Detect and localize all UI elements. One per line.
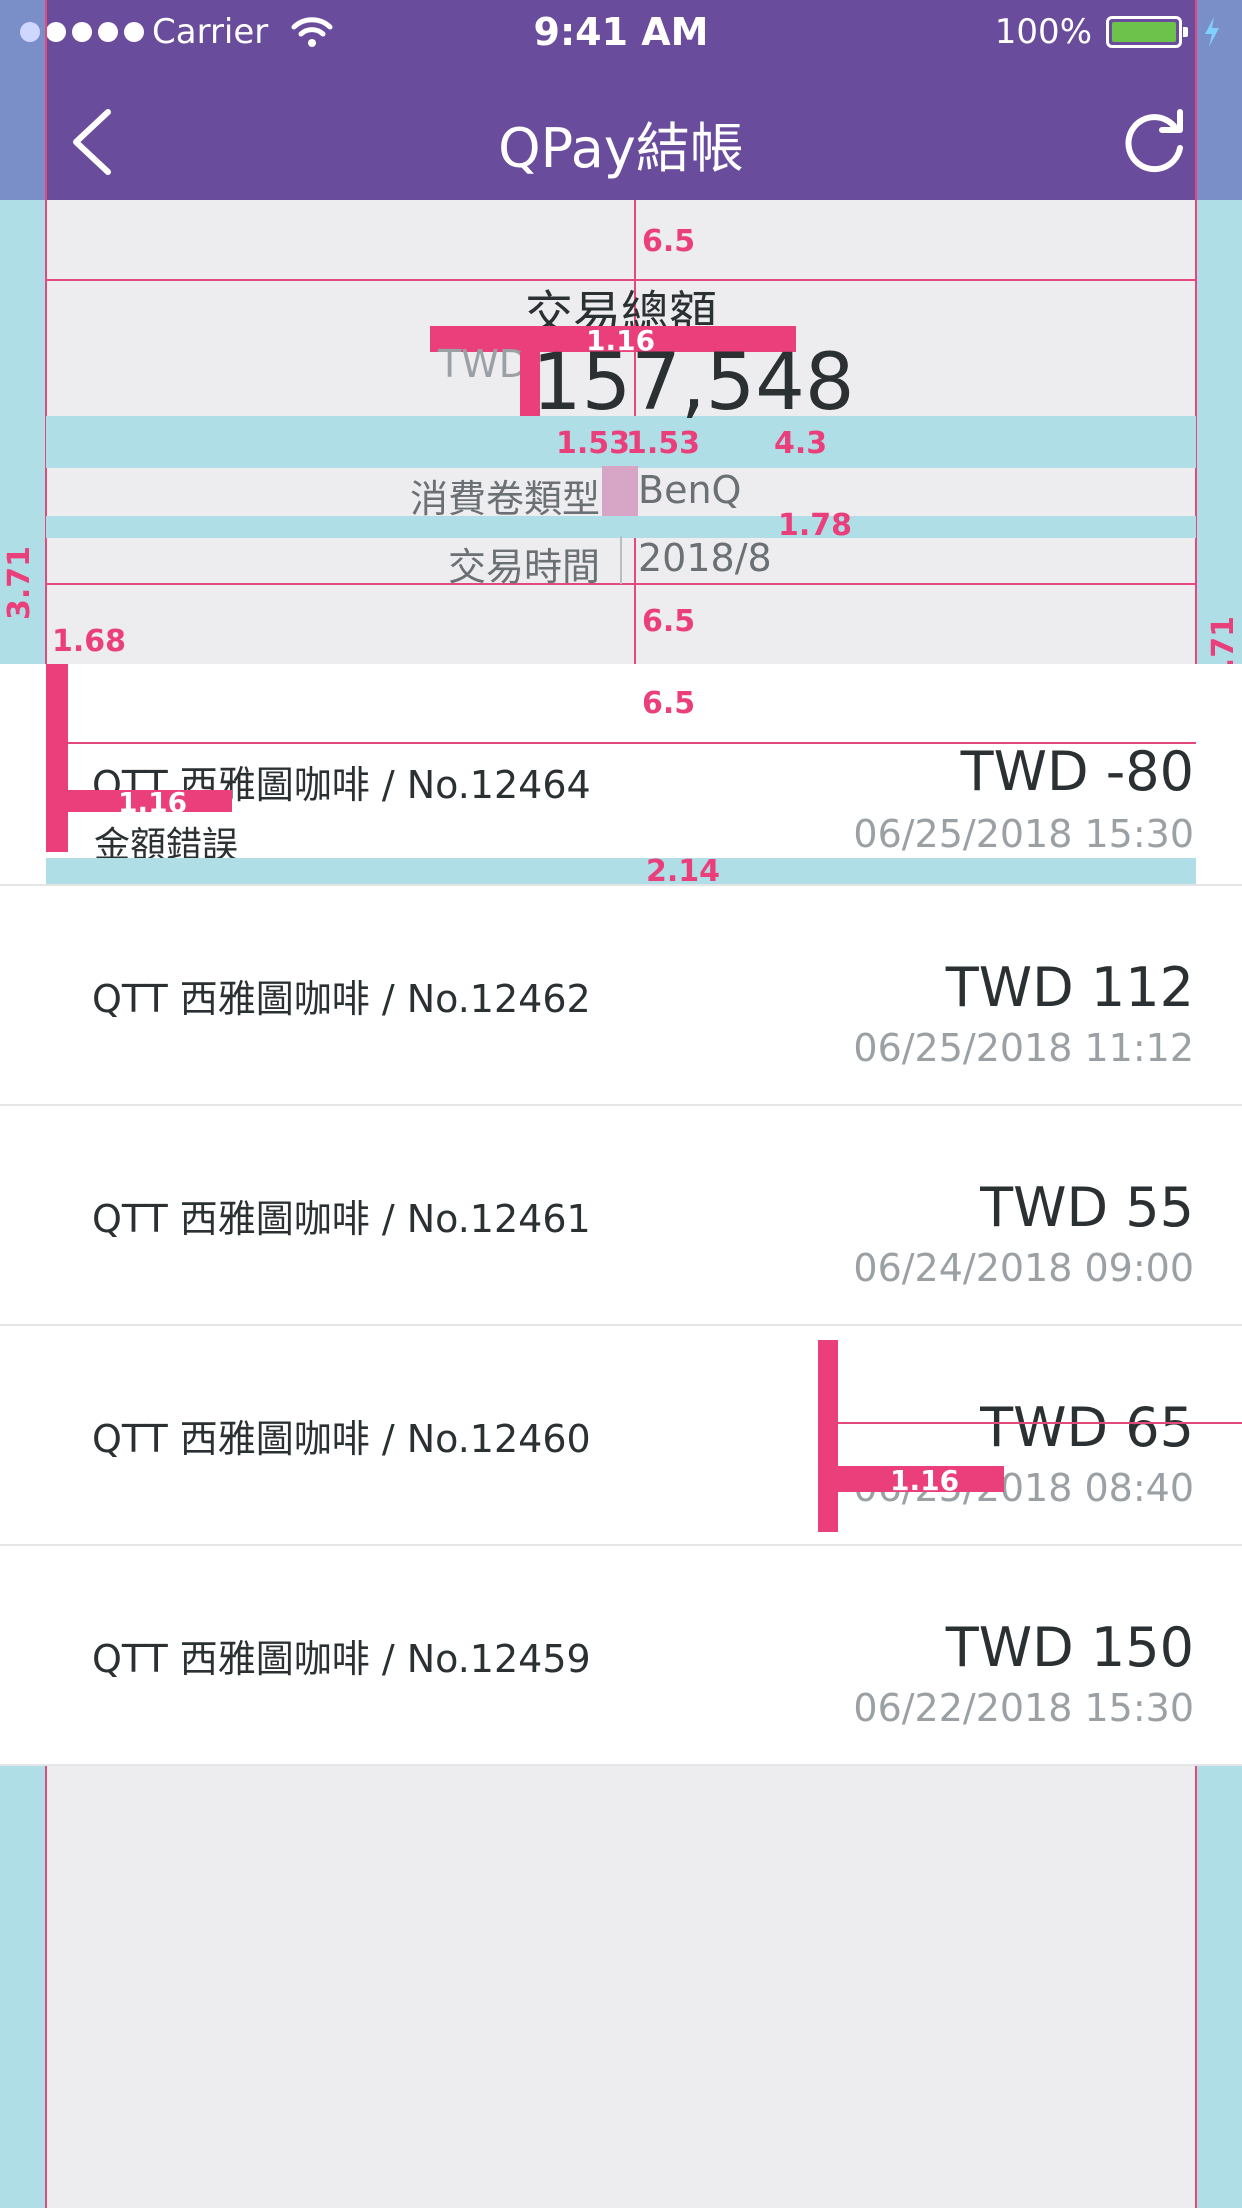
transaction-amount: TWD -80 xyxy=(960,740,1194,803)
top-gap-measure: 6.5 xyxy=(642,224,696,259)
accent-width-measure: 1.68 xyxy=(52,624,127,659)
transaction-date: 06/25/2018 15:30 xyxy=(853,812,1194,856)
list-top-spacer xyxy=(0,664,1242,744)
amount-guide xyxy=(820,1422,1242,1424)
transaction-date: 06/22/2018 15:30 xyxy=(853,1686,1194,1730)
transaction-row[interactable]: QTT 西雅圖咖啡 / No.12462 TWD 112 06/25/2018 … xyxy=(0,886,1242,1106)
amount-gap-vertical xyxy=(818,1340,838,1532)
amount-gap-measure: 1.16 xyxy=(890,1464,960,1497)
gap-before-list-measure: 6.5 xyxy=(642,686,696,721)
time-value: 2018/8 xyxy=(638,536,772,580)
transaction-amount: TWD 65 xyxy=(980,1396,1194,1459)
transaction-row[interactable]: QTT 西雅圖咖啡 / No.12460 TWD 65 06/25/2018 0… xyxy=(0,1326,1242,1546)
voucher-label: 消費卷類型 xyxy=(409,477,600,521)
time-separator xyxy=(620,536,622,584)
side-margin-left-measure: 3.71 xyxy=(2,545,37,620)
row-accent-bar xyxy=(46,664,68,852)
total-currency: TWD xyxy=(438,342,529,386)
time-label: 交易時間 xyxy=(447,545,600,589)
voucher-separator-marker xyxy=(602,466,638,516)
battery-group: 100% xyxy=(995,12,1222,52)
total-amount: 157,548 xyxy=(532,338,855,428)
list-gap-measure: 2.14 xyxy=(646,854,721,889)
transaction-date: 06/24/2018 09:00 xyxy=(853,1246,1194,1290)
transaction-row[interactable]: QTT 西雅圖咖啡 / No.12459 TWD 150 06/22/2018 … xyxy=(0,1546,1242,1766)
transaction-row[interactable]: QTT 西雅圖咖啡 / No.12461 TWD 55 06/24/2018 0… xyxy=(0,1106,1242,1326)
charging-icon xyxy=(1205,17,1219,47)
row-gap-measure: 4.3 xyxy=(774,426,828,461)
transaction-name: QTT 西雅圖咖啡 / No.12459 xyxy=(92,1637,591,1681)
battery-icon xyxy=(1106,16,1188,48)
transaction-amount: TWD 55 xyxy=(980,1176,1194,1239)
refresh-button[interactable] xyxy=(1118,104,1190,176)
row-note-gap-measure: 1.16 xyxy=(118,786,188,819)
transaction-name: QTT 西雅圖咖啡 / No.12460 xyxy=(92,1417,591,1461)
transaction-name: QTT 西雅圖咖啡 / No.12462 xyxy=(92,977,591,1021)
transaction-amount: TWD 150 xyxy=(945,1616,1194,1679)
battery-percent: 100% xyxy=(994,12,1092,52)
gap-after-summary-measure: 6.5 xyxy=(642,604,696,639)
voucher-value: BenQ xyxy=(638,468,742,512)
transaction-date: 06/25/2018 11:12 xyxy=(853,1026,1194,1070)
transaction-name: QTT 西雅圖咖啡 / No.12461 xyxy=(92,1197,591,1241)
row-gap-small-measure: 1.78 xyxy=(778,508,853,543)
page-title: QPay結帳 xyxy=(498,117,744,180)
row-top-guide xyxy=(46,742,1196,744)
transaction-amount: TWD 112 xyxy=(945,956,1194,1019)
pad-right-measure: 1.53 xyxy=(626,426,701,461)
list-gap-band xyxy=(46,858,1196,884)
row-gap-small-band xyxy=(46,516,1196,538)
pad-left-measure: 1.53 xyxy=(556,426,631,461)
nav-header: Carrier 9:41 AM 100% QPay結帳 xyxy=(0,0,1242,200)
status-bar: Carrier 9:41 AM 100% xyxy=(0,0,1242,64)
